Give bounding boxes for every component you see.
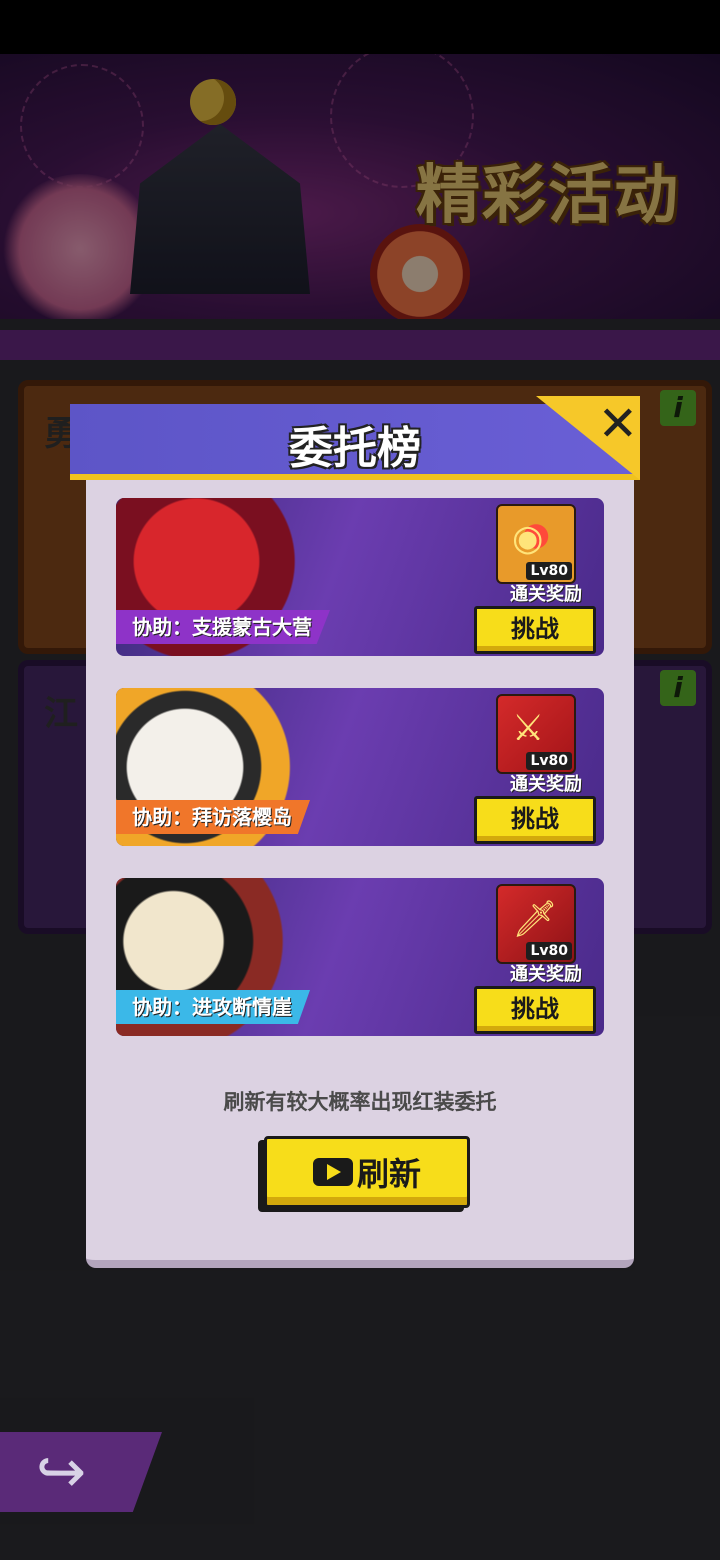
refresh-button[interactable]: 刷新 bbox=[264, 1136, 470, 1208]
status-bar bbox=[0, 0, 720, 54]
task-title: 协助：进攻断情崖 bbox=[116, 990, 310, 1024]
refresh-label: 刷新 bbox=[356, 1155, 421, 1193]
dialog-title: 委托榜 bbox=[289, 423, 421, 474]
reward-item-icon[interactable]: 🗡 Lv80 bbox=[496, 884, 576, 964]
task-title: 协助：拜访落樱岛 bbox=[116, 800, 310, 834]
challenge-button[interactable]: 挑战 bbox=[474, 796, 596, 844]
amulet-icon: ◉ bbox=[512, 518, 544, 559]
reward-label: 通关奖励 bbox=[510, 964, 582, 985]
back-arrow-icon: ↩ bbox=[35, 1437, 87, 1507]
reward-level: Lv80 bbox=[526, 942, 572, 960]
commission-board-dialog: 委托榜 ✕ 协助：支援蒙古大营 ◉ Lv80 通关奖励 挑战 协助：拜访落樱岛 … bbox=[70, 396, 640, 1268]
reward-label: 通关奖励 bbox=[510, 584, 582, 605]
video-play-icon bbox=[312, 1158, 353, 1186]
reward-level: Lv80 bbox=[526, 562, 572, 580]
task-title: 协助：支援蒙古大营 bbox=[116, 610, 330, 644]
close-icon: ✕ bbox=[597, 396, 638, 452]
refresh-hint: 刷新有较大概率出现红装委托 bbox=[223, 1090, 497, 1114]
dialog-header: 委托榜 bbox=[70, 404, 640, 480]
challenge-button[interactable]: 挑战 bbox=[474, 986, 596, 1034]
sword-icon: 🗡 bbox=[512, 899, 558, 940]
reward-item-icon[interactable]: ⚔ Lv80 bbox=[496, 694, 576, 774]
reward-level: Lv80 bbox=[526, 752, 572, 770]
task-card: 协助：拜访落樱岛 ⚔ Lv80 通关奖励 挑战 bbox=[116, 688, 604, 846]
reward-label: 通关奖励 bbox=[510, 774, 582, 795]
task-card: 协助：支援蒙古大营 ◉ Lv80 通关奖励 挑战 bbox=[116, 498, 604, 656]
task-card: 协助：进攻断情崖 🗡 Lv80 通关奖励 挑战 bbox=[116, 878, 604, 1036]
reward-item-icon[interactable]: ◉ Lv80 bbox=[496, 504, 576, 584]
challenge-button[interactable]: 挑战 bbox=[474, 606, 596, 654]
axe-icon: ⚔ bbox=[512, 708, 545, 749]
